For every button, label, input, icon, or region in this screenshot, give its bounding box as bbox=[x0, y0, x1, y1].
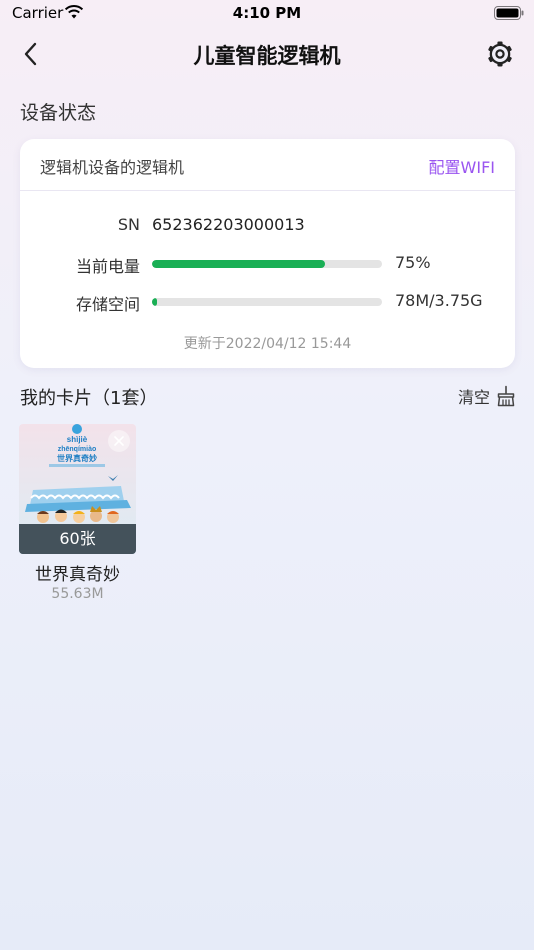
battery-icon bbox=[494, 6, 524, 20]
clear-label: 清空 bbox=[457, 388, 490, 407]
sn-row: SN 652362203000013 bbox=[20, 213, 515, 237]
card-set-tile[interactable]: shìjiè zhēnqímiào 世界真奇妙 60张 bbox=[19, 424, 136, 554]
my-cards-heading: 我的卡片（1套） bbox=[20, 388, 158, 409]
battery-percent: 75% bbox=[395, 253, 431, 272]
cover-pinyin-1: shìjiè bbox=[67, 435, 88, 444]
storage-bar bbox=[152, 298, 382, 306]
battery-row: 当前电量 75% bbox=[20, 251, 515, 276]
card-header: 逻辑机设备的逻辑机 配置WIFI bbox=[20, 139, 515, 191]
card-set-size: 55.63M bbox=[51, 586, 104, 602]
close-icon bbox=[114, 436, 124, 446]
device-name: 逻辑机设备的逻辑机 bbox=[40, 158, 185, 177]
gear-icon[interactable] bbox=[484, 38, 516, 70]
card-set-name: 世界真奇妙 bbox=[35, 565, 120, 585]
navigation-bar: 儿童智能逻辑机 bbox=[0, 30, 534, 78]
sn-value: 652362203000013 bbox=[152, 215, 305, 234]
storage-label: 存储空间 bbox=[75, 295, 140, 314]
status-bar: Carrier 4:10 PM bbox=[0, 0, 534, 28]
cover-title: 世界真奇妙 bbox=[57, 453, 97, 463]
clear-button[interactable]: 清空 bbox=[458, 384, 516, 408]
device-status-heading: 设备状态 bbox=[20, 102, 97, 124]
battery-label: 当前电量 bbox=[75, 257, 140, 276]
storage-usage: 78M/3.75G bbox=[395, 291, 483, 310]
card-count-badge: 60张 bbox=[19, 524, 136, 554]
remove-card-button[interactable] bbox=[108, 430, 130, 452]
storage-row: 存储空间 78M/3.75G bbox=[20, 289, 515, 314]
battery-bar-fill bbox=[152, 260, 325, 268]
cover-pinyin-2: zhēnqímiào bbox=[58, 446, 97, 453]
broom-icon bbox=[497, 385, 515, 407]
page-title: 儿童智能逻辑机 bbox=[193, 44, 341, 68]
sn-label: SN bbox=[117, 215, 140, 234]
updated-timestamp: 更新于2022/04/12 15:44 bbox=[183, 336, 352, 352]
device-status-card: 逻辑机设备的逻辑机 配置WIFI SN 652362203000013 当前电量… bbox=[20, 139, 515, 368]
storage-bar-fill bbox=[152, 298, 157, 306]
clock: 4:10 PM bbox=[232, 4, 302, 22]
configure-wifi-link[interactable]: 配置WIFI bbox=[429, 154, 495, 178]
battery-bar bbox=[152, 260, 382, 268]
